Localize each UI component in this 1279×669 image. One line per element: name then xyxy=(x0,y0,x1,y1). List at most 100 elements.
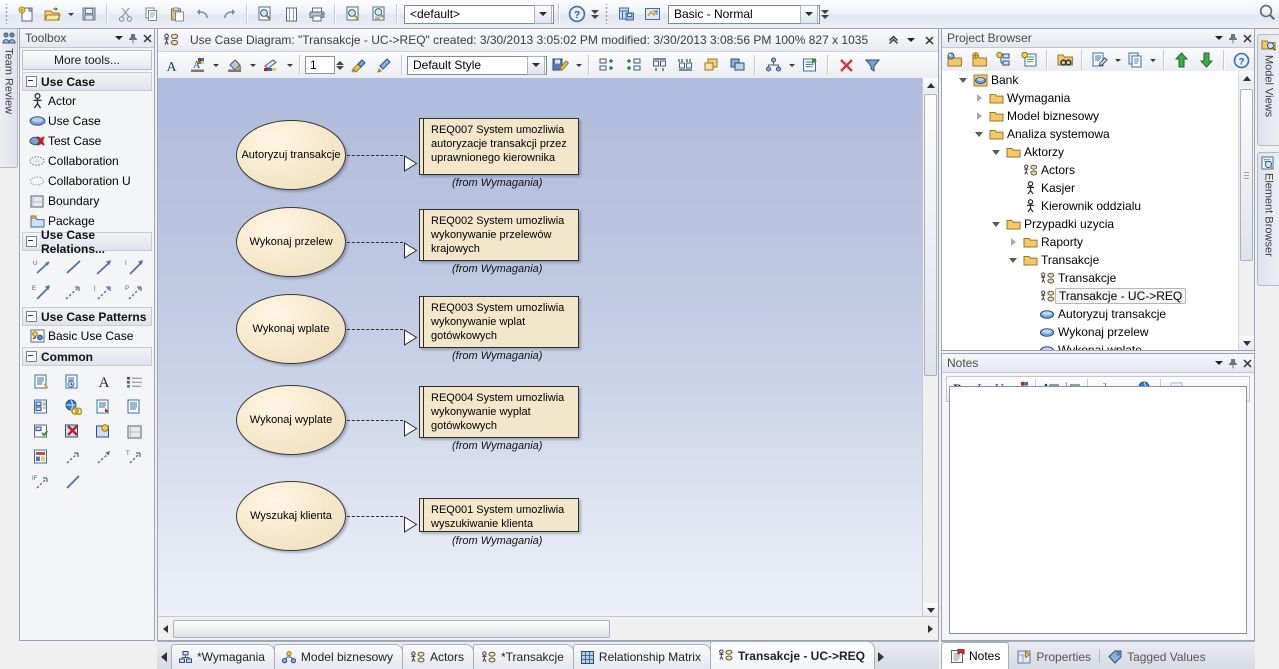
new-element-icon[interactable] xyxy=(1017,47,1042,73)
tree-node-wykonaj-przelew[interactable]: Wykonaj przelew xyxy=(942,323,1254,341)
diagram-menu-icon[interactable] xyxy=(902,31,920,49)
redo-icon[interactable] xyxy=(216,1,242,27)
same-width-icon[interactable] xyxy=(698,52,724,78)
diagram-canvas[interactable]: Autoryzuj transakcje REQ007 System umozl… xyxy=(158,78,938,618)
requirement-element[interactable]: REQ004 System umozliwia wykonywanie wypl… xyxy=(419,386,579,438)
diagram-vertical-scrollbar[interactable] xyxy=(922,78,938,618)
tree-scroll-up-icon[interactable] xyxy=(1239,71,1254,85)
tree-node-model-biznesowy[interactable]: Model biznesowy xyxy=(942,107,1254,125)
tree-node-aktorzy[interactable]: Aktorzy xyxy=(942,143,1254,161)
artifact-icon[interactable] xyxy=(26,444,57,469)
toolbox-group-use-case[interactable]: Use Case xyxy=(22,72,152,91)
associate-icon[interactable] xyxy=(57,469,88,494)
tab-properties[interactable]: Properties xyxy=(1009,645,1099,669)
toolbox-item-collaboration-use[interactable]: Collaboration U xyxy=(20,171,154,191)
paste-icon[interactable] xyxy=(164,1,190,27)
document-icon[interactable] xyxy=(119,394,150,419)
print-preview-icon[interactable] xyxy=(340,1,366,27)
realization-connector[interactable] xyxy=(347,242,403,243)
boundary2-icon[interactable] xyxy=(119,419,150,444)
toolbox-item-actor[interactable]: Actor xyxy=(20,91,154,111)
scroll-up-icon[interactable] xyxy=(923,78,938,93)
format-painter-icon[interactable] xyxy=(345,52,371,78)
tab-wymagania[interactable]: *Wymagania xyxy=(171,644,275,669)
toolbox-item-use-case[interactable]: Use Case xyxy=(20,111,154,131)
line-color-dropdown-icon[interactable] xyxy=(284,53,295,77)
tree-scroll-down-icon[interactable] xyxy=(1239,336,1254,350)
requirement-element[interactable]: REQ007 System umozliwia autoryzacje tran… xyxy=(419,118,579,175)
information-flow-icon[interactable]: IF xyxy=(26,469,57,494)
same-height-icon[interactable] xyxy=(724,52,750,78)
tab-scroll-left-icon[interactable] xyxy=(157,645,171,669)
copy-paste-icon[interactable] xyxy=(1123,47,1148,73)
note-link-icon[interactable] xyxy=(57,369,88,394)
element-browser-tab[interactable]: Element Browser xyxy=(1257,152,1279,286)
twisty-open-icon[interactable] xyxy=(956,77,970,83)
help-icon[interactable]: ? xyxy=(1229,47,1254,73)
toolbox-group-use-case-patterns[interactable]: Use Case Patterns xyxy=(22,307,152,326)
toolbox-pin-icon[interactable] xyxy=(126,31,140,45)
element-list-icon[interactable] xyxy=(797,52,823,78)
chevron-down-icon[interactable] xyxy=(527,55,545,75)
trace-relation-icon[interactable]: P xyxy=(119,279,150,304)
align-right-icon[interactable] xyxy=(620,52,646,78)
generalize-relation-icon[interactable] xyxy=(88,254,119,279)
auto-layout-dropdown-icon[interactable] xyxy=(786,53,797,77)
twisty-closed-icon[interactable] xyxy=(972,112,986,120)
tree-node-autoryzuj-transakcje[interactable]: Autoryzuj transakcje xyxy=(942,305,1254,323)
new-package-icon[interactable] xyxy=(967,47,992,73)
chevron-down-icon[interactable] xyxy=(800,4,818,24)
diagram-note-icon[interactable] xyxy=(26,394,57,419)
notes-pin-icon[interactable] xyxy=(1226,356,1240,370)
tree-node-wykonaj-wplate[interactable]: Wykonaj wplate xyxy=(942,341,1254,350)
notes-close-icon[interactable] xyxy=(1240,356,1254,370)
dependency2-icon[interactable] xyxy=(88,444,119,469)
notelink-icon[interactable] xyxy=(57,444,88,469)
edit-note-icon[interactable] xyxy=(1087,47,1112,73)
hyperlink-icon[interactable] xyxy=(57,394,88,419)
move-up-icon[interactable] xyxy=(1169,47,1194,73)
tree-node-raporty[interactable]: Raporty xyxy=(942,233,1254,251)
filter-icon[interactable] xyxy=(859,52,885,78)
diagram-ref-icon[interactable] xyxy=(88,394,119,419)
tree-node-analiza-systemowa[interactable]: Analiza systemowa xyxy=(942,125,1254,143)
legend-icon[interactable] xyxy=(119,369,150,394)
toolbar-grip-2[interactable] xyxy=(603,4,611,24)
model-views-tab[interactable]: Model Views xyxy=(1257,34,1279,146)
tree-node-transakcje-diagram[interactable]: Transakcje xyxy=(942,269,1254,287)
realization-connector[interactable] xyxy=(347,420,403,421)
twisty-closed-icon[interactable] xyxy=(972,94,986,102)
twisty-closed-icon[interactable] xyxy=(1006,238,1020,246)
vertical-scroll-thumb[interactable] xyxy=(924,94,937,376)
new-element-icon[interactable] xyxy=(88,419,119,444)
diagram-horizontal-scrollbar[interactable] xyxy=(158,616,938,640)
tab-scroll-right-icon[interactable] xyxy=(874,645,888,669)
document-search-icon[interactable] xyxy=(366,1,392,27)
font-color-icon[interactable]: A xyxy=(158,52,184,78)
usecase-element[interactable]: Wyszukaj klienta xyxy=(236,481,346,551)
text-icon[interactable]: A xyxy=(88,369,119,394)
uml-diagram-icon[interactable] xyxy=(26,419,57,444)
realization-connector[interactable] xyxy=(347,329,403,330)
toolbar-overflow-icon[interactable] xyxy=(590,3,600,25)
realize-relation-icon[interactable]: | xyxy=(88,279,119,304)
realization-connector[interactable] xyxy=(347,516,403,517)
toolbox-item-boundary[interactable]: Boundary xyxy=(20,191,154,211)
save-style-icon[interactable] xyxy=(547,52,573,78)
tree-node-kasjer[interactable]: Kasjer xyxy=(942,179,1254,197)
scroll-left-icon[interactable] xyxy=(158,621,173,637)
tree-node-przypadki-uzycia[interactable]: Przypadki uzycia xyxy=(942,215,1254,233)
project-browser-tree[interactable]: Bank Wymagania Model biznesowy Analiza s… xyxy=(942,71,1254,350)
twisty-open-icon[interactable] xyxy=(989,149,1003,155)
align-top-icon[interactable] xyxy=(646,52,672,78)
requirement-element[interactable]: REQ003 System umozliwia wykonywanie wpla… xyxy=(419,296,579,348)
usecase-element[interactable]: Wykonaj wplate xyxy=(236,294,346,364)
tab-notes[interactable]: Notes xyxy=(941,642,1010,669)
project-browser-menu-icon[interactable] xyxy=(1212,31,1226,45)
open-project-icon[interactable] xyxy=(39,1,65,27)
new-project-icon[interactable] xyxy=(13,1,39,27)
perspective-icon[interactable] xyxy=(639,1,665,27)
new-model-icon[interactable] xyxy=(942,47,967,73)
default-perspective-combo[interactable]: <default> xyxy=(404,4,554,24)
toolbox-close-icon[interactable] xyxy=(140,31,154,45)
